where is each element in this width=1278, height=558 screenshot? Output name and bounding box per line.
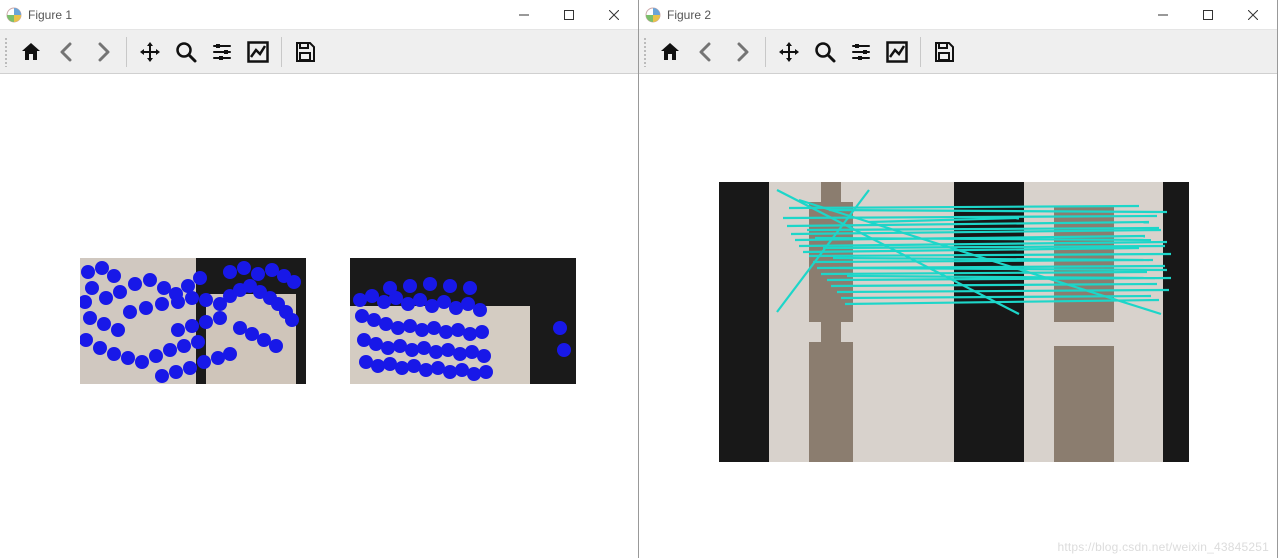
figure2-top-row xyxy=(719,182,1189,322)
matplotlib-app-icon xyxy=(6,7,22,23)
configure-subplots-button[interactable] xyxy=(844,35,878,69)
configure-subplots-button[interactable] xyxy=(205,35,239,69)
pan-button[interactable] xyxy=(133,35,167,69)
close-button[interactable] xyxy=(591,0,636,30)
window-controls xyxy=(1140,0,1275,30)
figure2-bottom-left xyxy=(719,322,954,462)
toolbar-separator xyxy=(765,37,766,67)
toolbar-separator xyxy=(126,37,127,67)
home-button[interactable] xyxy=(653,35,687,69)
forward-button[interactable] xyxy=(725,35,759,69)
figure-window-1: Figure 1 xyxy=(0,0,639,558)
home-button[interactable] xyxy=(14,35,48,69)
figure1-image-right xyxy=(350,258,576,384)
keypoints-overlay-left xyxy=(80,258,306,384)
toolbar xyxy=(639,30,1277,74)
figure2-bottom-row xyxy=(719,322,1189,462)
pan-button[interactable] xyxy=(772,35,806,69)
plot-canvas[interactable] xyxy=(0,74,638,558)
save-button[interactable] xyxy=(927,35,961,69)
figure2-stack xyxy=(719,182,1189,462)
figure2-bottom-right xyxy=(954,322,1189,462)
window-title: Figure 1 xyxy=(28,8,72,22)
figure1-image-row xyxy=(80,258,576,384)
plot-canvas[interactable]: https://blog.csdn.net/weixin_43845251 xyxy=(639,74,1277,558)
toolbar-grip xyxy=(643,37,647,67)
titlebar[interactable]: Figure 2 xyxy=(639,0,1277,30)
save-button[interactable] xyxy=(288,35,322,69)
keypoints-overlay-right xyxy=(350,258,576,384)
toolbar-grip xyxy=(4,37,8,67)
maximize-button[interactable] xyxy=(546,0,591,30)
zoom-button[interactable] xyxy=(808,35,842,69)
edit-axes-button[interactable] xyxy=(880,35,914,69)
back-button[interactable] xyxy=(689,35,723,69)
minimize-button[interactable] xyxy=(1140,0,1185,30)
edit-axes-button[interactable] xyxy=(241,35,275,69)
match-lines-overlay xyxy=(719,182,1189,322)
forward-button[interactable] xyxy=(86,35,120,69)
toolbar-separator xyxy=(281,37,282,67)
matplotlib-app-icon xyxy=(645,7,661,23)
titlebar[interactable]: Figure 1 xyxy=(0,0,638,30)
maximize-button[interactable] xyxy=(1185,0,1230,30)
figure-window-2: Figure 2 xyxy=(639,0,1278,558)
toolbar xyxy=(0,30,638,74)
close-button[interactable] xyxy=(1230,0,1275,30)
window-controls xyxy=(501,0,636,30)
watermark: https://blog.csdn.net/weixin_43845251 xyxy=(1057,540,1269,554)
minimize-button[interactable] xyxy=(501,0,546,30)
figure1-image-left xyxy=(80,258,306,384)
toolbar-separator xyxy=(920,37,921,67)
window-title: Figure 2 xyxy=(667,8,711,22)
zoom-button[interactable] xyxy=(169,35,203,69)
back-button[interactable] xyxy=(50,35,84,69)
